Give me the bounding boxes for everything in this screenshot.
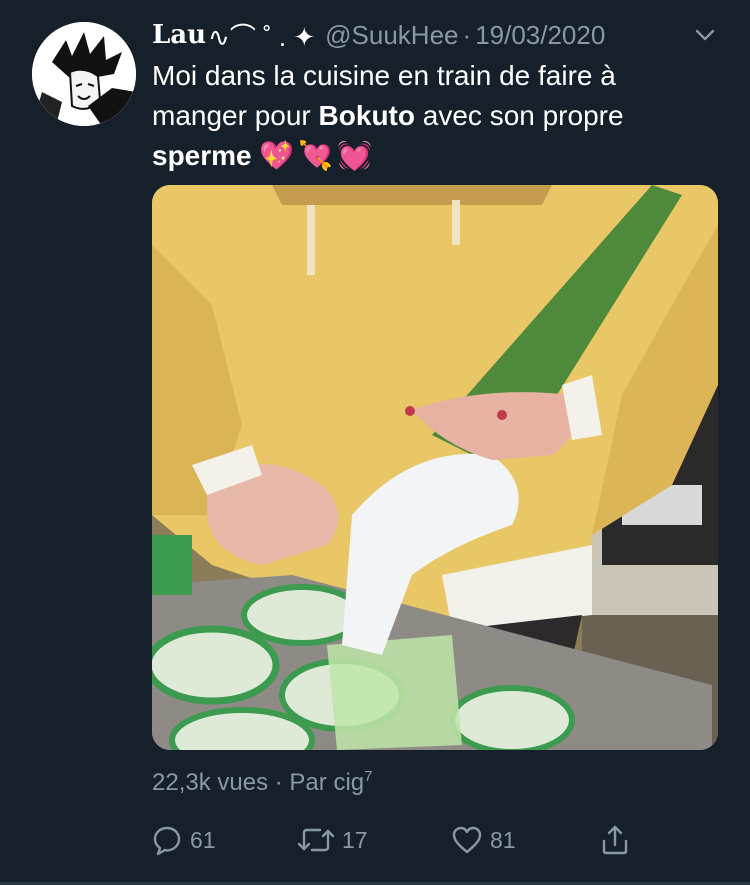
- tweet-video[interactable]: [152, 185, 718, 750]
- share-icon: [602, 825, 628, 855]
- reply-icon: [153, 826, 181, 856]
- like-count: 81: [490, 826, 516, 853]
- video-frame: [152, 185, 718, 750]
- reply-button[interactable]: 61: [150, 818, 216, 862]
- share-button[interactable]: [598, 818, 638, 862]
- retweet-count: 17: [342, 826, 368, 853]
- separator-dot: ·: [462, 19, 472, 50]
- reply-count: 61: [190, 826, 216, 853]
- tweet-text: Moi dans la cuisine en train de faire à …: [152, 56, 712, 176]
- avatar-illustration: [32, 22, 136, 126]
- source-link[interactable]: cig: [333, 769, 364, 796]
- source-superscript: 7: [364, 768, 373, 785]
- view-count: 22,3k vues: [152, 769, 269, 796]
- tweet-text-bold2: sperme: [152, 140, 252, 171]
- retweet-button[interactable]: 17: [296, 818, 368, 862]
- like-button[interactable]: 81: [450, 818, 516, 862]
- tweet-text-part2: avec son propre: [414, 100, 624, 131]
- action-bar: 61 17 81: [150, 818, 640, 862]
- source-prefix: · Par: [274, 769, 334, 796]
- display-name-decoration: ∿⌒ ˚ . ✦: [208, 21, 316, 52]
- tweet-header: Lau ∿⌒ ˚ . ✦ @SuukHee · 19/03/2020: [152, 18, 730, 52]
- emoji-hearts: 💖💘💓: [259, 140, 376, 171]
- retweet-icon: [297, 828, 335, 852]
- user-handle[interactable]: @SuukHee: [325, 20, 458, 51]
- tweet-text-bold1: Bokuto: [318, 100, 415, 131]
- avatar[interactable]: [32, 22, 136, 126]
- chevron-down-icon[interactable]: [692, 24, 718, 46]
- heart-icon: [452, 826, 482, 854]
- tweet-date[interactable]: 19/03/2020: [475, 20, 605, 51]
- display-name[interactable]: Lau: [152, 20, 206, 50]
- tweet-meta: 22,3k vues · Par cig7: [152, 768, 372, 797]
